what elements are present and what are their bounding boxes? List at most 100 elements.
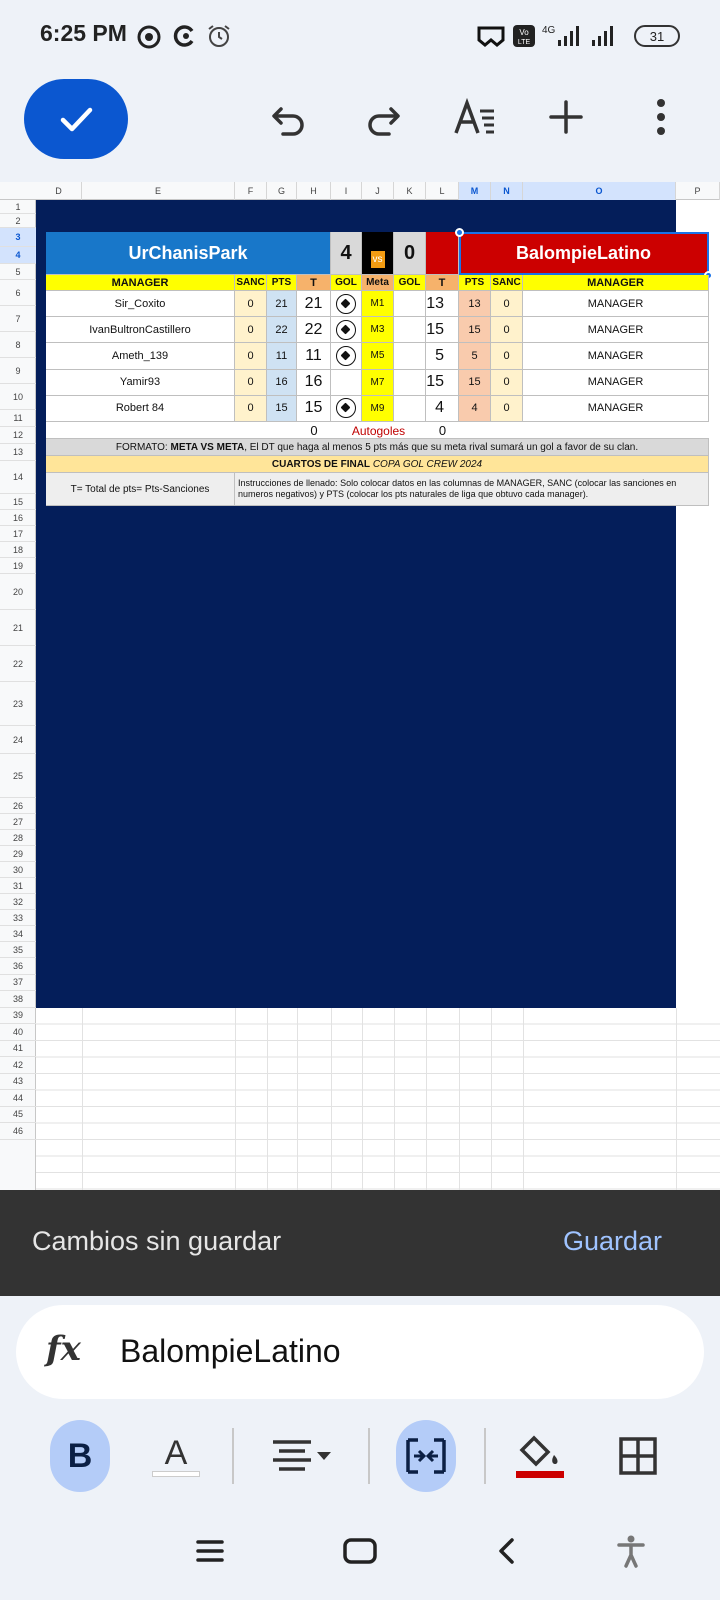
- row-header-9[interactable]: 9: [0, 358, 36, 384]
- row-header-20[interactable]: 20: [0, 574, 36, 610]
- team-right-name[interactable]: BalompieLatino: [459, 232, 709, 275]
- row-header-32[interactable]: 32: [0, 894, 36, 910]
- selection-handle-top[interactable]: [455, 228, 464, 237]
- row-header-6[interactable]: 6: [0, 280, 36, 306]
- total-left-cell[interactable]: 11: [297, 343, 331, 370]
- row-header-18[interactable]: 18: [0, 542, 36, 558]
- sanc-left-cell[interactable]: 0: [235, 291, 267, 318]
- undo-button[interactable]: [264, 92, 314, 142]
- team-left-name[interactable]: UrChanisPark: [46, 232, 331, 275]
- manager-left-cell[interactable]: Ameth_139: [46, 343, 235, 370]
- column-header-g[interactable]: G: [267, 182, 297, 200]
- row-header-16[interactable]: 16: [0, 510, 36, 526]
- row-header-27[interactable]: 27: [0, 814, 36, 830]
- sanc-left-cell[interactable]: 0: [235, 343, 267, 370]
- total-right-cell[interactable]: 13: [426, 291, 459, 318]
- row-header-42[interactable]: 42: [0, 1057, 36, 1074]
- text-format-button[interactable]: [450, 92, 500, 142]
- total-left-cell[interactable]: 22: [297, 317, 331, 344]
- column-header-p[interactable]: P: [676, 182, 720, 200]
- sanc-left-cell[interactable]: 0: [235, 395, 267, 422]
- sanc-right-cell[interactable]: 0: [491, 343, 523, 370]
- row-header-30[interactable]: 30: [0, 862, 36, 878]
- header-t-left[interactable]: T: [297, 275, 331, 291]
- row-header-22[interactable]: 22: [0, 646, 36, 682]
- column-header-l[interactable]: L: [426, 182, 459, 200]
- sanc-right-cell[interactable]: 0: [491, 369, 523, 396]
- save-button[interactable]: Guardar: [563, 1226, 662, 1257]
- total-left-cell[interactable]: 16: [297, 369, 331, 396]
- empty-cells[interactable]: [36, 1008, 720, 1190]
- manager-left-cell[interactable]: IvanBultronCastillero: [46, 317, 235, 344]
- pts-left-cell[interactable]: 11: [267, 343, 297, 370]
- text-color-button[interactable]: A: [146, 1420, 206, 1492]
- sanc-right-cell[interactable]: 0: [491, 395, 523, 422]
- gol-left-cell[interactable]: [331, 343, 362, 370]
- row-header-25[interactable]: 25: [0, 754, 36, 798]
- spreadsheet-grid[interactable]: D E F G H I J K L M N O P 1 2 3 4 5 6 7 8 9 10 11 1…: [0, 182, 720, 1190]
- bold-button[interactable]: B: [50, 1420, 110, 1492]
- instructions-note[interactable]: Instrucciones de llenado: Solo colocar d…: [235, 473, 709, 506]
- meta-cell[interactable]: M1: [362, 291, 394, 318]
- row-header-4[interactable]: 4: [0, 247, 36, 264]
- pts-right-cell[interactable]: 13: [459, 291, 491, 318]
- row-header-17[interactable]: 17: [0, 526, 36, 542]
- meta-cell[interactable]: M9: [362, 395, 394, 422]
- formula-bar[interactable]: fx BalompieLatino: [16, 1305, 704, 1399]
- pts-left-cell[interactable]: 21: [267, 291, 297, 318]
- formato-note[interactable]: FORMATO: META VS META, El DT que haga al…: [46, 439, 709, 456]
- total-right-cell[interactable]: 5: [426, 343, 459, 370]
- row-header-45[interactable]: 45: [0, 1107, 36, 1123]
- vs-cell[interactable]: vs: [362, 232, 394, 275]
- row-header-38[interactable]: 38: [0, 991, 36, 1008]
- header-meta[interactable]: Meta: [362, 275, 394, 291]
- column-header-n[interactable]: N: [491, 182, 523, 200]
- row-header-7[interactable]: 7: [0, 306, 36, 332]
- total-left-cell[interactable]: 21: [297, 291, 331, 318]
- header-gol-right[interactable]: GOL: [394, 275, 426, 291]
- column-header-e[interactable]: E: [82, 182, 235, 200]
- row-header-36[interactable]: 36: [0, 958, 36, 975]
- autogoles-label[interactable]: Autogoles: [331, 422, 426, 439]
- pts-left-cell[interactable]: 15: [267, 395, 297, 422]
- column-header-i[interactable]: I: [331, 182, 362, 200]
- manager-left-cell[interactable]: Robert 84: [46, 395, 235, 422]
- back-nav-button[interactable]: [496, 1536, 516, 1571]
- sanc-right-cell[interactable]: 0: [491, 317, 523, 344]
- pts-left-cell[interactable]: 16: [267, 369, 297, 396]
- total-note[interactable]: T= Total de pts= Pts-Sanciones: [46, 473, 235, 506]
- row-header-3[interactable]: 3: [0, 228, 36, 247]
- row-header-1[interactable]: 1: [0, 200, 36, 214]
- score-left[interactable]: 4: [331, 232, 362, 275]
- row-header-41[interactable]: 41: [0, 1041, 36, 1057]
- row-header-39[interactable]: 39: [0, 1008, 36, 1024]
- row-header-12[interactable]: 12: [0, 427, 36, 444]
- gol-right-cell[interactable]: [394, 343, 426, 370]
- meta-cell[interactable]: M5: [362, 343, 394, 370]
- gol-left-cell[interactable]: [331, 291, 362, 318]
- row-header-33[interactable]: 33: [0, 910, 36, 926]
- column-header-f[interactable]: F: [235, 182, 267, 200]
- column-header-d[interactable]: D: [36, 182, 82, 200]
- manager-right-cell[interactable]: MANAGER: [523, 343, 709, 370]
- row-header-37[interactable]: 37: [0, 975, 36, 991]
- manager-right-cell[interactable]: MANAGER: [523, 395, 709, 422]
- header-pts-right[interactable]: PTS: [459, 275, 491, 291]
- accessibility-button[interactable]: [616, 1534, 646, 1573]
- row-header-31[interactable]: 31: [0, 878, 36, 894]
- menu-nav-button[interactable]: [196, 1538, 224, 1569]
- home-nav-button[interactable]: [342, 1536, 378, 1571]
- total-right-cell[interactable]: 4: [426, 395, 459, 422]
- total-left-cell[interactable]: 15: [297, 395, 331, 422]
- header-sanc-right[interactable]: SANC: [491, 275, 523, 291]
- autogoles-right[interactable]: 0: [426, 422, 459, 439]
- formula-value[interactable]: BalompieLatino: [120, 1333, 341, 1370]
- row-header-19[interactable]: 19: [0, 558, 36, 574]
- header-manager-right[interactable]: MANAGER: [523, 275, 709, 291]
- sanc-right-cell[interactable]: 0: [491, 291, 523, 318]
- row-header-44[interactable]: 44: [0, 1090, 36, 1107]
- column-header-o[interactable]: O: [523, 182, 676, 200]
- row-header-5[interactable]: 5: [0, 264, 36, 280]
- row-header-34[interactable]: 34: [0, 926, 36, 942]
- header-sanc-left[interactable]: SANC: [235, 275, 267, 291]
